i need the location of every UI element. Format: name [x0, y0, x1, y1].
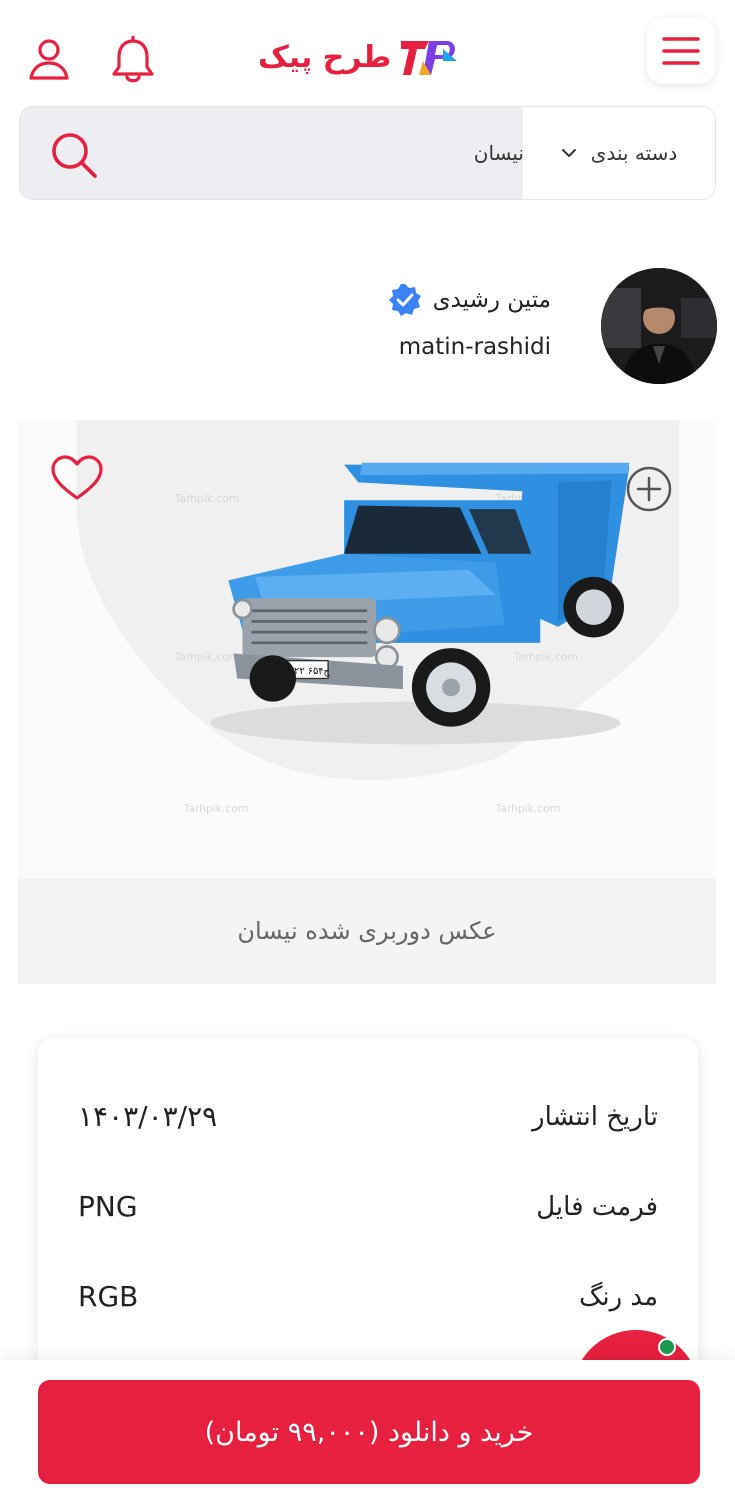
brand-logo[interactable]: طرح پیک — [258, 34, 478, 80]
info-label: تاریخ انتشار — [532, 1101, 658, 1132]
category-label: دسته بندی — [590, 141, 678, 165]
info-row-publish-date: تاریخ انتشار ۱۴۰۳/۰۳/۲۹ — [78, 1100, 658, 1133]
svg-text:Tarhpik.com: Tarhpik.com — [174, 651, 239, 664]
logo-text: طرح پیک — [258, 39, 392, 75]
avatar[interactable] — [601, 268, 717, 384]
logo-mark-icon — [401, 41, 458, 75]
info-value: ۱۴۰۳/۰۳/۲۹ — [78, 1100, 218, 1133]
caption-text: عکس دوربری شده نیسان — [237, 917, 497, 945]
search-input[interactable] — [108, 107, 526, 199]
favorite-button[interactable] — [50, 454, 106, 504]
search-bar: دسته بندی — [19, 106, 716, 200]
buy-download-button[interactable]: خرید و دانلود (۹۹,۰۰۰ تومان) — [38, 1380, 700, 1484]
svg-text:Tarhpik.com: Tarhpik.com — [512, 651, 577, 664]
header: طرح پیک — [0, 0, 735, 100]
svg-text:Tarhpik.com: Tarhpik.com — [174, 492, 239, 505]
info-label: مد رنگ — [579, 1281, 658, 1312]
verified-badge-icon — [388, 284, 421, 316]
bottom-action-bar: خرید و دانلود (۹۹,۰۰۰ تومان) — [0, 1360, 735, 1500]
chevron-down-icon — [561, 149, 576, 157]
author-username[interactable]: matin-rashidi — [399, 334, 551, 360]
author-name-row[interactable]: متین رشیدی — [387, 282, 551, 318]
search-icon — [52, 133, 97, 178]
user-icon — [29, 39, 69, 80]
zoom-plus-icon — [626, 466, 672, 512]
user-account-button[interactable] — [26, 36, 72, 82]
heart-icon — [51, 455, 103, 500]
product-caption: عکس دوربری شده نیسان — [18, 878, 716, 984]
info-row-color-mode: مد رنگ RGB — [78, 1280, 658, 1313]
bell-icon — [112, 36, 154, 83]
notifications-button[interactable] — [108, 36, 158, 86]
online-status-dot — [658, 1338, 676, 1356]
svg-text:Tarhpik.com: Tarhpik.com — [495, 802, 560, 815]
menu-button[interactable] — [647, 18, 715, 84]
info-value: RGB — [78, 1280, 139, 1313]
menu-icon — [662, 37, 700, 65]
author-section: متین رشیدی matin-rashidi — [0, 266, 735, 386]
author-name: متین رشیدی — [432, 287, 551, 313]
svg-text:Tarhpik.com: Tarhpik.com — [183, 802, 248, 815]
avatar-photo — [601, 268, 717, 384]
product-illustration: Tarhpik.com Tarhpik.com Tarhpik.com Tarh… — [76, 420, 680, 815]
category-dropdown[interactable]: دسته بندی — [523, 107, 715, 199]
info-row-file-format: فرمت فایل PNG — [78, 1190, 658, 1223]
info-value: PNG — [78, 1190, 138, 1223]
zoom-button[interactable] — [624, 464, 674, 514]
search-button[interactable] — [46, 127, 102, 183]
info-label: فرمت فایل — [536, 1191, 658, 1222]
product-image[interactable]: Tarhpik.com Tarhpik.com Tarhpik.com Tarh… — [18, 420, 716, 880]
